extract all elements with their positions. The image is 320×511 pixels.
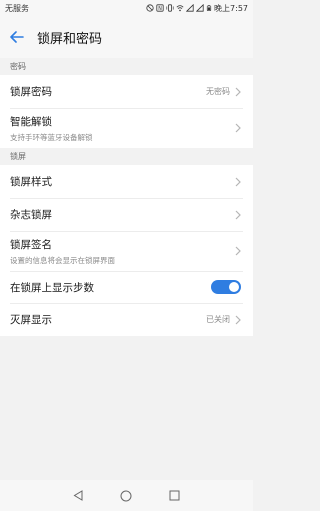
row-subtitle: 设置的信息将会显示在锁屏界面 bbox=[10, 255, 115, 265]
show-steps-row: 在锁屏上显示步数 bbox=[0, 271, 253, 303]
section-label-lockscreen: 锁屏 bbox=[0, 148, 253, 165]
nfc-icon: N bbox=[156, 4, 164, 12]
square-recents-icon bbox=[169, 490, 180, 501]
page-title: 锁屏和密码 bbox=[37, 31, 103, 47]
nav-back-button[interactable] bbox=[71, 488, 87, 504]
system-nav-bar bbox=[0, 480, 253, 511]
row-value: 无密码 bbox=[206, 87, 230, 96]
settings-list: 密码 锁屏密码 无密码 智能解锁 支持手环等蓝牙设备解锁 锁屏 锁屏样式 杂志锁… bbox=[0, 58, 253, 336]
chevron-right-icon bbox=[235, 87, 241, 96]
section-label-password: 密码 bbox=[0, 58, 253, 75]
do-not-disturb-icon bbox=[146, 4, 154, 12]
row-title: 杂志锁屏 bbox=[10, 209, 52, 221]
row-value: 已关闭 bbox=[206, 315, 230, 324]
clock-label: 晚上7:57 bbox=[214, 3, 248, 13]
chevron-right-icon bbox=[235, 246, 241, 256]
app-header: 锁屏和密码 bbox=[0, 16, 253, 58]
triangle-back-icon bbox=[73, 490, 83, 501]
wifi-icon bbox=[176, 5, 184, 12]
signal-icon-2 bbox=[196, 4, 204, 12]
circle-home-icon bbox=[120, 490, 132, 501]
screen-off-display-row[interactable]: 灭屏显示 已关闭 bbox=[0, 303, 253, 336]
chevron-right-icon bbox=[235, 123, 241, 133]
lock-screen-signature-row[interactable]: 锁屏签名 设置的信息将会显示在锁屏界面 bbox=[0, 231, 253, 271]
row-title: 智能解锁 bbox=[10, 115, 52, 128]
toggle-knob bbox=[229, 282, 239, 292]
lock-screen-style-row[interactable]: 锁屏样式 bbox=[0, 165, 253, 198]
lockscreen-card: 锁屏样式 杂志锁屏 锁屏签名 设置的信息将会显示在锁屏界面 在锁屏上显示步数 灭… bbox=[0, 165, 253, 336]
status-bar: 无服务 N 晚上7:57 bbox=[0, 0, 253, 16]
vibrate-icon bbox=[166, 4, 174, 12]
nav-recents-button[interactable] bbox=[166, 488, 182, 504]
row-title: 锁屏签名 bbox=[10, 238, 52, 251]
row-title: 锁屏样式 bbox=[10, 176, 52, 188]
back-button[interactable] bbox=[0, 16, 34, 58]
smart-unlock-row[interactable]: 智能解锁 支持手环等蓝牙设备解锁 bbox=[0, 108, 253, 148]
chevron-right-icon bbox=[235, 210, 241, 219]
nav-home-button[interactable] bbox=[118, 488, 134, 504]
signal-icon bbox=[186, 4, 194, 12]
carrier-label: 无服务 bbox=[5, 3, 29, 13]
lock-screen-password-row[interactable]: 锁屏密码 无密码 bbox=[0, 75, 253, 108]
row-title: 在锁屏上显示步数 bbox=[10, 281, 94, 294]
status-icons: N 晚上7:57 bbox=[146, 3, 248, 14]
row-subtitle: 支持手环等蓝牙设备解锁 bbox=[10, 132, 93, 142]
chevron-right-icon bbox=[235, 315, 241, 324]
battery-icon bbox=[206, 5, 212, 11]
chevron-right-icon bbox=[235, 177, 241, 186]
password-card: 锁屏密码 无密码 智能解锁 支持手环等蓝牙设备解锁 bbox=[0, 75, 253, 148]
svg-text:N: N bbox=[158, 6, 162, 12]
magazine-lock-screen-row[interactable]: 杂志锁屏 bbox=[0, 198, 253, 231]
row-title: 锁屏密码 bbox=[10, 86, 52, 98]
row-title: 灭屏显示 bbox=[10, 314, 52, 326]
arrow-left-icon bbox=[10, 31, 24, 43]
show-steps-toggle[interactable] bbox=[211, 280, 241, 294]
